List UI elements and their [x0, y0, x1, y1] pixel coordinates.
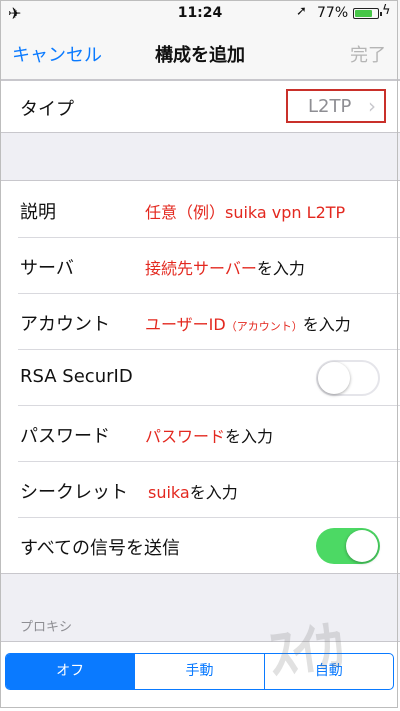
server-hint-highlight: 接続先サーバー [145, 259, 257, 278]
location-arrow-icon: ➚ [296, 4, 307, 19]
settings-group: 説明 任意（例）suika vpn L2TP サーバ 接続先サーバーを入力 アカ… [0, 180, 400, 574]
secret-row[interactable]: シークレット suikaを入力 [0, 461, 400, 517]
battery-percent: 77% [317, 5, 349, 21]
account-hint-highlight: ユーザーID [145, 315, 226, 334]
account-label: アカウント [20, 314, 110, 335]
type-value: L2TP [308, 96, 352, 117]
description-input[interactable]: 任意（例）suika vpn L2TP [145, 199, 345, 223]
secret-hint-highlight: suika [148, 483, 190, 502]
send-all-row: すべての信号を送信 [0, 517, 400, 573]
proxy-off-segment[interactable]: オフ [6, 654, 135, 689]
rsa-row: RSA SecurID [0, 349, 400, 405]
server-label: サーバ [20, 258, 74, 279]
chevron-right-icon: › [368, 94, 376, 118]
password-row[interactable]: パスワード パスワードを入力 [0, 405, 400, 461]
rsa-toggle[interactable] [316, 360, 380, 396]
send-all-label: すべての信号を送信 [20, 538, 181, 559]
server-hint-suffix: を入力 [256, 259, 305, 278]
account-hint-suffix: を入力 [302, 315, 351, 334]
proxy-section-header: プロキシ [20, 620, 73, 635]
account-hint-note: （アカウント） [225, 320, 303, 333]
secret-input[interactable]: suikaを入力 [148, 479, 238, 503]
send-all-toggle[interactable] [316, 528, 380, 564]
description-row[interactable]: 説明 任意（例）suika vpn L2TP [0, 181, 400, 237]
battery-icon [353, 8, 382, 19]
password-label: パスワード [20, 426, 110, 447]
proxy-manual-segment[interactable]: 手動 [134, 654, 263, 689]
proxy-auto-segment[interactable]: 自動 [263, 654, 393, 689]
battery-fill [355, 10, 372, 17]
toggle-knob [318, 362, 350, 394]
server-input[interactable]: 接続先サーバーを入力 [145, 255, 305, 279]
password-input[interactable]: パスワードを入力 [145, 423, 273, 447]
proxy-section: オフ 手動 自動 [0, 641, 400, 711]
type-label: タイプ [20, 99, 74, 120]
server-row[interactable]: サーバ 接続先サーバーを入力 [0, 237, 400, 293]
navigation-bar: キャンセル 構成を追加 完了 [0, 26, 400, 80]
rsa-label: RSA SecurID [20, 366, 133, 387]
done-button[interactable]: 完了 [350, 41, 386, 67]
type-row[interactable]: タイプ L2TP › [0, 81, 400, 132]
description-label: 説明 [20, 202, 56, 223]
account-row[interactable]: アカウント ユーザーID（アカウント）を入力 [0, 293, 400, 349]
type-group: タイプ L2TP › [0, 80, 400, 133]
status-bar: ✈ 11:24 ➚ 77% ϟ [0, 0, 400, 26]
secret-hint-suffix: を入力 [189, 483, 238, 502]
password-hint-highlight: パスワード [145, 427, 226, 446]
account-input[interactable]: ユーザーID（アカウント）を入力 [145, 311, 351, 335]
password-hint-suffix: を入力 [225, 427, 274, 446]
bolt-icon: ϟ [382, 3, 391, 18]
page-title: 構成を追加 [155, 45, 245, 66]
proxy-segmented-control: オフ 手動 自動 [5, 653, 394, 690]
toggle-knob [346, 530, 378, 562]
secret-label: シークレット [20, 482, 128, 503]
